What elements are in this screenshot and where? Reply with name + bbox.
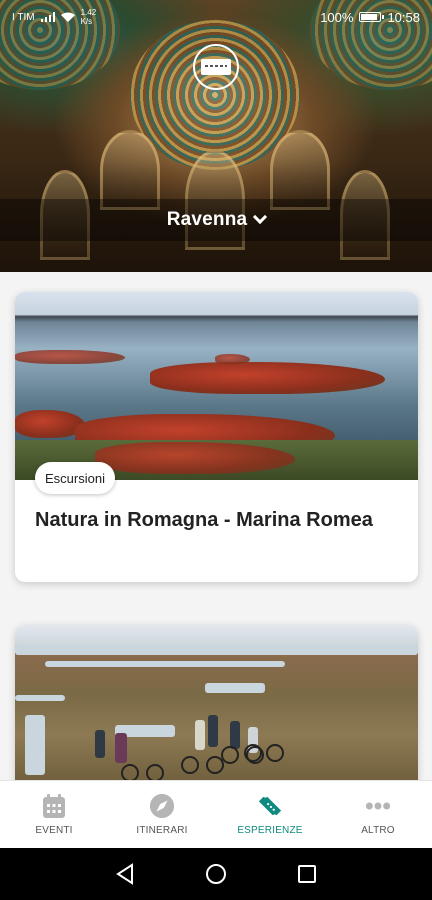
recents-icon[interactable]	[293, 860, 321, 888]
calendar-icon	[41, 793, 67, 819]
city-selector[interactable]: Ravenna	[0, 199, 432, 241]
experience-card[interactable]: Escursioni Natura in Romagna - Marina Ro…	[15, 292, 418, 582]
card-image	[15, 625, 418, 780]
tab-itinerari[interactable]: ITINERARI	[108, 781, 216, 848]
tab-eventi[interactable]: EVENTI	[0, 781, 108, 848]
signal-icon	[40, 12, 55, 22]
cyclists-illustration	[95, 715, 284, 780]
tab-altro[interactable]: ALTRO	[324, 781, 432, 848]
experience-card[interactable]	[15, 625, 418, 780]
tab-label: EVENTI	[35, 825, 73, 836]
category-badge: Escursioni	[35, 462, 115, 494]
compass-icon	[149, 793, 175, 819]
experience-list[interactable]: Escursioni Natura in Romagna - Marina Ro…	[0, 272, 432, 780]
chevron-down-icon	[253, 209, 268, 225]
bottom-navigation: EVENTI ITINERARI ESPERIENZE ALTRO	[0, 780, 432, 848]
tab-label: ITINERARI	[136, 825, 188, 836]
more-dots-icon	[365, 793, 391, 819]
ticket-icon	[257, 793, 283, 819]
wifi-icon	[60, 12, 75, 22]
clock: 10:58	[387, 9, 420, 25]
carrier-label: I TIM	[12, 11, 35, 23]
hero-image: I TIM 1.42 K/s 100% 10:58 Ravenna	[0, 0, 432, 272]
battery-icon	[359, 12, 385, 22]
book-icon	[201, 59, 231, 75]
battery-percent: 100%	[320, 9, 354, 25]
tab-label: ALTRO	[361, 825, 395, 836]
network-speed: 1.42 K/s	[80, 8, 97, 26]
tab-label: ESPERIENZE	[237, 825, 303, 836]
app-logo	[193, 44, 239, 90]
card-title: Natura in Romagna - Marina Romea	[35, 509, 373, 531]
tab-esperienze[interactable]: ESPERIENZE	[216, 781, 324, 848]
card-image	[15, 292, 418, 480]
system-navigation-bar	[0, 848, 432, 900]
back-icon[interactable]	[111, 860, 139, 888]
home-icon[interactable]	[202, 860, 230, 888]
status-bar: I TIM 1.42 K/s 100% 10:58	[0, 0, 432, 34]
city-label: Ravenna	[166, 209, 248, 230]
